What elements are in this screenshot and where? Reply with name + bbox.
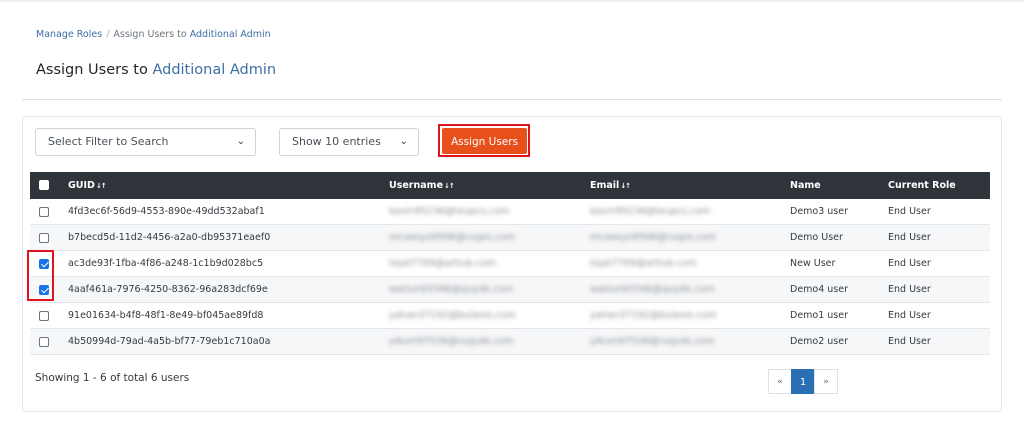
- cell-name: Demo1 user: [790, 310, 849, 321]
- cell-role: End User: [888, 336, 931, 347]
- table-row: b7becd5d-11d2-4456-a2a0-db95371eaef0 mcse…: [30, 225, 990, 251]
- cell-guid: 91e01634-b4f8-48f1-8e49-bf045ae89fd8: [68, 310, 264, 321]
- top-shadow-bar: [0, 0, 1024, 3]
- table-header: GUID↓↑ Username↓↑ Email↓↑ Name Current R…: [30, 172, 990, 199]
- cell-username: mcseeyo9506@ruqos.com: [389, 232, 516, 243]
- cell-email: yikum97526@ruquds.com: [590, 336, 715, 347]
- cell-role: End User: [888, 310, 931, 321]
- cell-role: End User: [888, 206, 931, 217]
- cell-email: yahan37192@bulavio.com: [590, 310, 717, 321]
- filter-select-value: Select Filter to Search: [48, 135, 169, 148]
- pagination-prev[interactable]: «: [768, 369, 792, 394]
- select-all-checkbox[interactable]: [39, 180, 49, 190]
- entries-select-value: Show 10 entries: [292, 135, 381, 148]
- cell-name: New User: [790, 258, 836, 269]
- row-checkbox[interactable]: [39, 337, 49, 347]
- cell-name: Demo User: [790, 232, 843, 243]
- breadcrumb-current-prefix: Assign Users to: [113, 29, 190, 40]
- cell-username: kavin95236@teupcs.com: [389, 206, 510, 217]
- cell-email: watiun93346@quyde.com: [590, 284, 715, 295]
- cell-guid: ac3de93f-1fba-4f86-a248-1c1b9d028bc5: [68, 258, 264, 269]
- cell-guid: b7becd5d-11d2-4456-a2a0-db95371eaef0: [68, 232, 271, 243]
- page-title-prefix: Assign Users to: [36, 62, 153, 78]
- chevron-down-icon: ⌄: [399, 136, 408, 147]
- cell-guid: 4b50994d-79ad-4a5b-bf77-79eb1c710a0a: [68, 336, 271, 347]
- sort-icon: ↓↑: [620, 182, 631, 190]
- pagination: « 1 »: [768, 369, 838, 394]
- cell-role: End User: [888, 284, 931, 295]
- filter-select[interactable]: Select Filter to Search ⌄: [35, 128, 256, 156]
- cell-email: tojat7709@artiub.com: [590, 258, 697, 269]
- cell-email: kavin95236@teupcs.com: [590, 206, 711, 217]
- page-title-role: Additional Admin: [152, 62, 277, 78]
- table-row: 4aaf461a-7976-4250-8362-96a283dcf69e wati…: [30, 277, 990, 303]
- sort-icon: ↓↑: [95, 182, 107, 190]
- cell-guid: 4aaf461a-7976-4250-8362-96a283dcf69e: [68, 284, 268, 295]
- header-divider: [22, 99, 1002, 100]
- sort-icon: ↓↑: [444, 182, 455, 190]
- cell-email: mcseeyo9506@ruqos.com: [590, 232, 717, 243]
- column-guid-label: GUID: [68, 180, 95, 191]
- table-info: Showing 1 - 6 of total 6 users: [35, 372, 190, 384]
- cell-username: tojat7709@artiub.com: [389, 258, 496, 269]
- checked-rows-highlight: [27, 250, 54, 301]
- column-username-label: Username: [389, 180, 444, 191]
- table-row: 4fd3ec6f-56d9-4553-890e-49dd532abaf1 kavi…: [30, 199, 990, 225]
- pagination-next[interactable]: »: [814, 369, 838, 394]
- column-guid[interactable]: GUID↓↑: [68, 172, 107, 199]
- row-checkbox[interactable]: [39, 207, 49, 217]
- pagination-page-1[interactable]: 1: [791, 369, 815, 394]
- cell-name: Demo3 user: [790, 206, 849, 217]
- cell-username: yahan37192@bulavio.com: [389, 310, 516, 321]
- cell-role: End User: [888, 258, 931, 269]
- cell-name: Demo4 user: [790, 284, 849, 295]
- assign-users-button[interactable]: Assign Users: [442, 128, 527, 154]
- chevron-down-icon: ⌄: [236, 136, 245, 147]
- breadcrumb-current-role: Additional Admin: [189, 29, 271, 40]
- breadcrumb-separator: /: [106, 29, 110, 40]
- breadcrumb: Manage Roles / Assign Users to Additional …: [36, 29, 271, 40]
- column-name: Name: [790, 180, 821, 191]
- entries-select[interactable]: Show 10 entries ⌄: [279, 128, 419, 156]
- column-current-role: Current Role: [888, 180, 956, 191]
- breadcrumb-manage-roles-link[interactable]: Manage Roles: [36, 29, 102, 40]
- table-row: 4b50994d-79ad-4a5b-bf77-79eb1c710a0a yiku…: [30, 329, 990, 355]
- row-checkbox[interactable]: [39, 233, 49, 243]
- column-username[interactable]: Username↓↑: [389, 172, 455, 199]
- page-title: Assign Users to Additional Admin: [36, 62, 276, 78]
- cell-guid: 4fd3ec6f-56d9-4553-890e-49dd532abaf1: [68, 206, 265, 217]
- cell-name: Demo2 user: [790, 336, 849, 347]
- row-checkbox[interactable]: [39, 311, 49, 321]
- table-row: 91e01634-b4f8-48f1-8e49-bf045ae89fd8 yaha…: [30, 303, 990, 329]
- cell-role: End User: [888, 232, 931, 243]
- column-email-label: Email: [590, 180, 620, 191]
- cell-username: watiun93346@quyde.com: [389, 284, 514, 295]
- table-row: ac3de93f-1fba-4f86-a248-1c1b9d028bc5 toja…: [30, 251, 990, 277]
- cell-username: yikum97526@ruquds.com: [389, 336, 514, 347]
- column-email[interactable]: Email↓↑: [590, 172, 631, 199]
